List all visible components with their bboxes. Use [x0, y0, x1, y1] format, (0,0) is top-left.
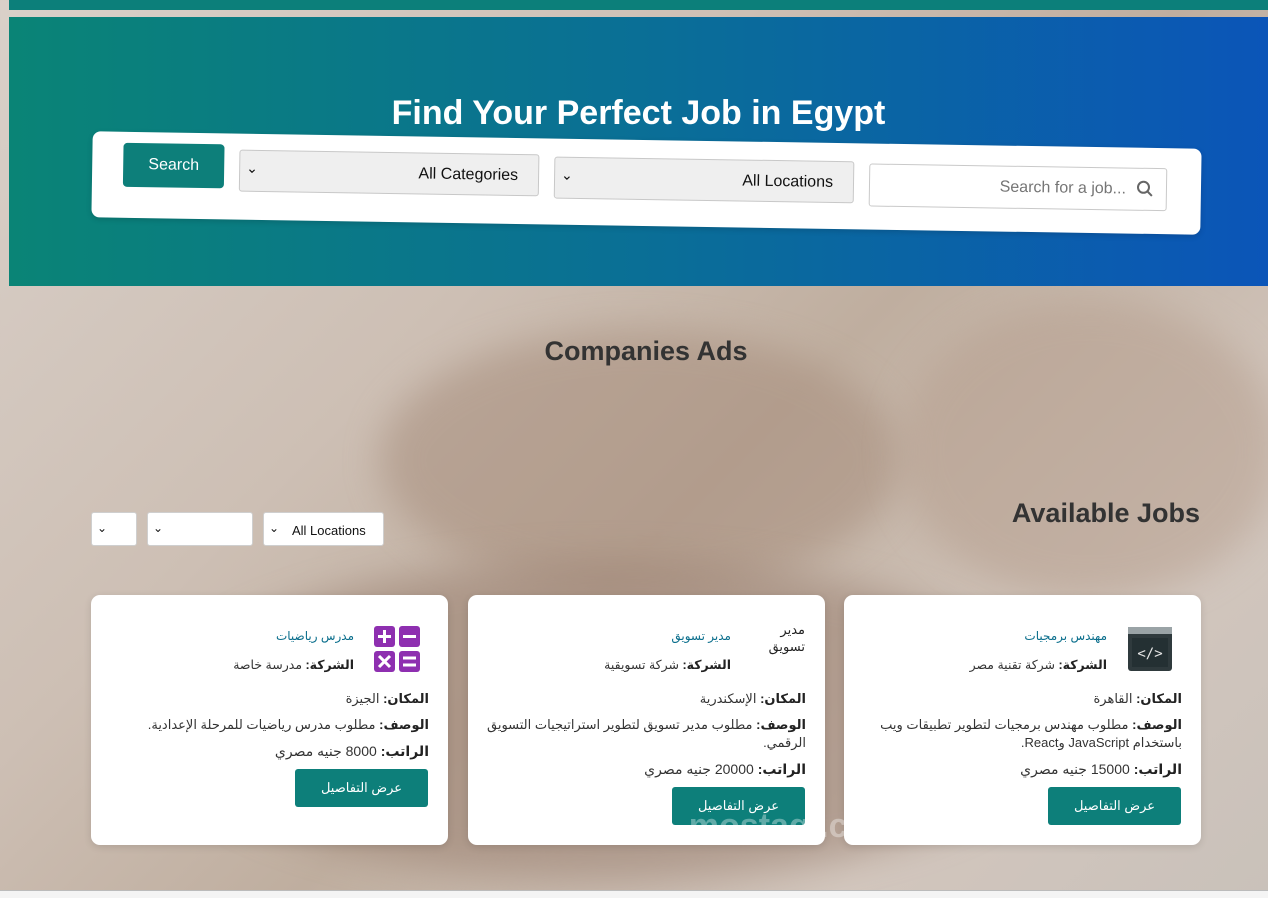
job-salary: الراتب: 8000 جنيه مصري	[274, 743, 429, 759]
job-title[interactable]: مهندس برمجيات	[1024, 629, 1107, 643]
job-description: الوصف: مطلوب مهندس برمجيات لتطوير تطبيقا…	[880, 717, 1182, 750]
jobs-filter-3[interactable]: ⌄	[91, 512, 137, 546]
chevron-down-icon: ⌄	[560, 166, 573, 183]
job-company: الشركة: شركة تقنية مصر	[969, 658, 1107, 672]
job-description: الوصف: مطلوب مدير تسويق لتطوير استراتيجي…	[486, 717, 806, 750]
job-location: المكان: الجيزة	[345, 691, 429, 706]
search-icon	[1136, 180, 1153, 197]
calculator-icon	[374, 626, 420, 672]
svg-text:</>: </>	[1137, 646, 1162, 662]
job-description: الوصف: مطلوب مدرس رياضيات للمرحلة الإعدا…	[147, 717, 429, 732]
location-select[interactable]: ⌄ All Locations	[553, 156, 855, 204]
job-location: المكان: القاهرة	[1093, 691, 1183, 706]
search-panel: Search ⌄ All Categories ⌄ All Locations …	[91, 131, 1202, 235]
search-button[interactable]: Search	[122, 142, 225, 189]
job-company: الشركة: مدرسة خاصة	[233, 658, 354, 672]
watermark: مستقل mostaql.com	[555, 807, 899, 845]
jobs-location-filter-value: All Locations	[292, 523, 366, 538]
location-select-value: All Locations	[742, 172, 834, 191]
jobs-location-filter[interactable]: ⌄ All Locations	[263, 512, 384, 546]
companies-ads-title: Companies Ads	[544, 336, 748, 366]
category-select-value: All Categories	[418, 165, 519, 184]
job-location: المكان: الإسكندرية	[699, 691, 806, 706]
hero-title: Find Your Perfect Job in Egypt	[391, 94, 886, 132]
job-image-broken: مدير تسويق	[768, 622, 805, 654]
job-title[interactable]: مدير تسويق	[671, 629, 731, 643]
code-window-icon: </>	[1128, 627, 1172, 671]
background-image	[380, 330, 900, 590]
view-details-button[interactable]: عرض التفاصيل	[1048, 787, 1181, 825]
search-placeholder: Search for a job...	[999, 178, 1127, 198]
top-strip	[9, 0, 1268, 10]
job-company: الشركة: شركة تسويقية	[604, 658, 731, 672]
chevron-down-icon: ⌄	[97, 521, 108, 535]
chevron-down-icon: ⌄	[246, 159, 259, 176]
jobs-filter-2[interactable]: ⌄	[147, 512, 253, 546]
available-jobs-title: Available Jobs	[1011, 498, 1200, 528]
chevron-down-icon: ⌄	[269, 521, 280, 535]
job-salary: الراتب: 20000 جنيه مصري	[644, 761, 806, 777]
view-details-button[interactable]: عرض التفاصيل	[295, 769, 428, 807]
job-salary: الراتب: 15000 جنيه مصري	[1020, 761, 1182, 777]
search-input[interactable]: Search for a job...	[868, 163, 1168, 212]
category-select[interactable]: ⌄ All Categories	[238, 149, 540, 197]
job-title[interactable]: مدرس رياضيات	[276, 629, 354, 643]
job-card: مدرس رياضيات الشركة: مدرسة خاصة المكان: …	[91, 595, 448, 845]
chevron-down-icon: ⌄	[153, 521, 164, 535]
